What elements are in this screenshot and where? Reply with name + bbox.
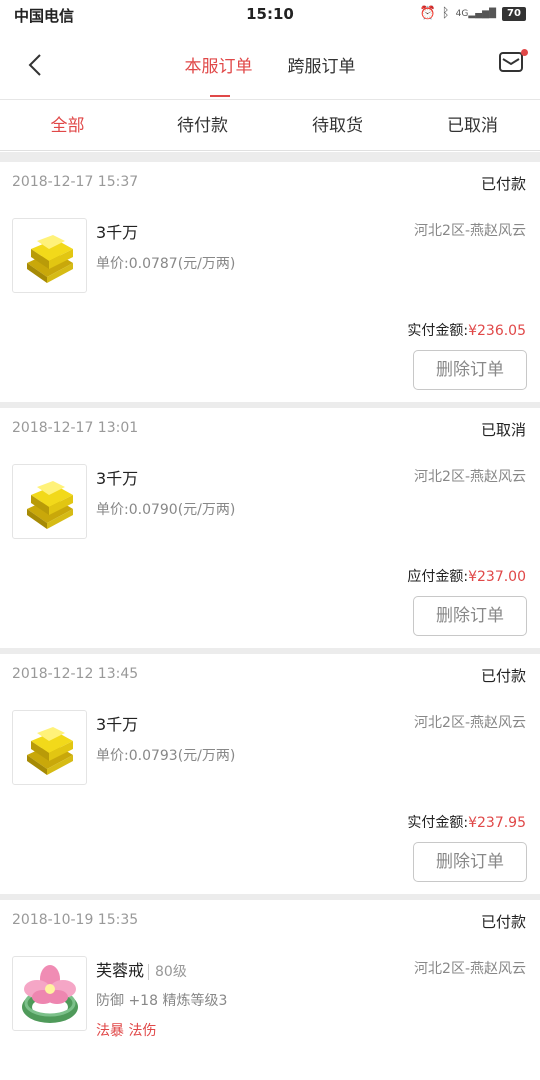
order-status: 已付款 — [480, 913, 526, 931]
filter-all[interactable]: 全部 — [0, 101, 135, 150]
filter-pending-payment[interactable]: 待付款 — [135, 101, 270, 150]
status-icons: ⏰ ᛒ 4G▂▄▆█ 70 — [420, 6, 526, 21]
filter-cancelled[interactable]: 已取消 — [405, 101, 540, 150]
gold-bars-icon — [27, 235, 73, 283]
amount-value: ¥236.05 — [468, 323, 526, 339]
order-status: 已付款 — [480, 667, 526, 685]
delete-order-button[interactable]: 删除订单 — [413, 842, 527, 882]
order-date: 2018-10-19 15:35 — [12, 912, 139, 928]
order-status: 已付款 — [480, 175, 526, 193]
server-name: 河北2区-燕赵风云 — [414, 469, 526, 485]
order-date: 2018-12-17 15:37 — [12, 174, 139, 190]
unit-price: 单价:0.0793(元/万两) — [96, 748, 236, 764]
tab-local-orders[interactable]: 本服订单 — [184, 52, 252, 97]
order-amount: 实付金额:¥236.05 — [407, 320, 526, 340]
order-card: 2018-10-19 15:35 已付款 芙蓉戒 80级 河北2区-燕赵风云 防御… — [0, 900, 540, 1080]
item-thumbnail[interactable] — [12, 218, 87, 293]
filter-pending-pickup[interactable]: 待取货 — [270, 101, 405, 150]
item-name: 3千万 — [96, 469, 139, 488]
item-special-attributes: 法暴 法伤 — [96, 1023, 157, 1039]
server-name: 河北2区-燕赵风云 — [414, 961, 526, 977]
server-name: 河北2区-燕赵风云 — [414, 715, 526, 731]
unit-price: 单价:0.0790(元/万两) — [96, 502, 236, 518]
gold-bars-icon — [27, 727, 73, 775]
network-type: 4G — [455, 8, 469, 19]
nav-bar: 本服订单 跨服订单 — [0, 30, 540, 100]
alarm-icon: ⏰ — [419, 6, 436, 21]
item-level: 80级 — [148, 964, 187, 980]
amount-value: ¥237.95 — [468, 815, 526, 831]
item-attributes: 防御 +18 精炼等级3 — [96, 993, 228, 1009]
item-title: 芙蓉戒 — [96, 961, 145, 980]
gold-bars-icon — [27, 481, 73, 529]
tab-cross-server-orders[interactable]: 跨服订单 — [288, 52, 356, 77]
battery-icon: 70 — [502, 6, 526, 21]
order-date: 2018-12-12 13:45 — [12, 666, 139, 682]
signal-icon: 4G▂▄▆█ — [455, 8, 496, 19]
unit-price: 单价:0.0787(元/万两) — [96, 256, 236, 272]
order-card: 2018-12-12 13:45 已付款 3千万 河北2区-燕赵风云 单价:0.… — [0, 654, 540, 894]
order-card: 2018-12-17 13:01 已取消 3千万 河北2区-燕赵风云 单价:0.… — [0, 408, 540, 648]
amount-label: 应付金额: — [407, 569, 469, 585]
lotus-ring-icon — [22, 965, 78, 1023]
status-bar: 中国电信 15:10 ⏰ ᛒ 4G▂▄▆█ 70 — [0, 0, 540, 30]
amount-label: 实付金额: — [407, 815, 469, 831]
unread-badge — [521, 49, 528, 56]
mail-icon — [499, 52, 523, 72]
item-thumbnail[interactable] — [12, 464, 87, 539]
item-thumbnail[interactable] — [12, 710, 87, 785]
order-card: 2018-12-17 15:37 已付款 3千万 河北2区-燕赵风云 单价:0.… — [0, 162, 540, 402]
order-date: 2018-12-17 13:01 — [12, 420, 139, 436]
divider — [0, 152, 540, 162]
delete-order-button[interactable]: 删除订单 — [413, 350, 527, 390]
item-name: 芙蓉戒 80级 — [96, 957, 187, 981]
order-amount: 实付金额:¥237.95 — [407, 812, 526, 832]
amount-label: 实付金额: — [407, 323, 469, 339]
delete-order-button[interactable]: 删除订单 — [413, 596, 527, 636]
item-name: 3千万 — [96, 223, 139, 242]
item-thumbnail[interactable] — [12, 956, 87, 1031]
server-name: 河北2区-燕赵风云 — [414, 223, 526, 239]
filter-tabs: 全部 待付款 待取货 已取消 — [0, 101, 540, 151]
message-button[interactable] — [498, 49, 528, 78]
amount-value: ¥237.00 — [468, 569, 526, 585]
order-amount: 应付金额:¥237.00 — [407, 566, 526, 586]
order-status: 已取消 — [480, 421, 526, 439]
order-type-tabs: 本服订单 跨服订单 — [0, 52, 540, 97]
item-name: 3千万 — [96, 715, 139, 734]
bluetooth-icon: ᛒ — [441, 6, 450, 21]
